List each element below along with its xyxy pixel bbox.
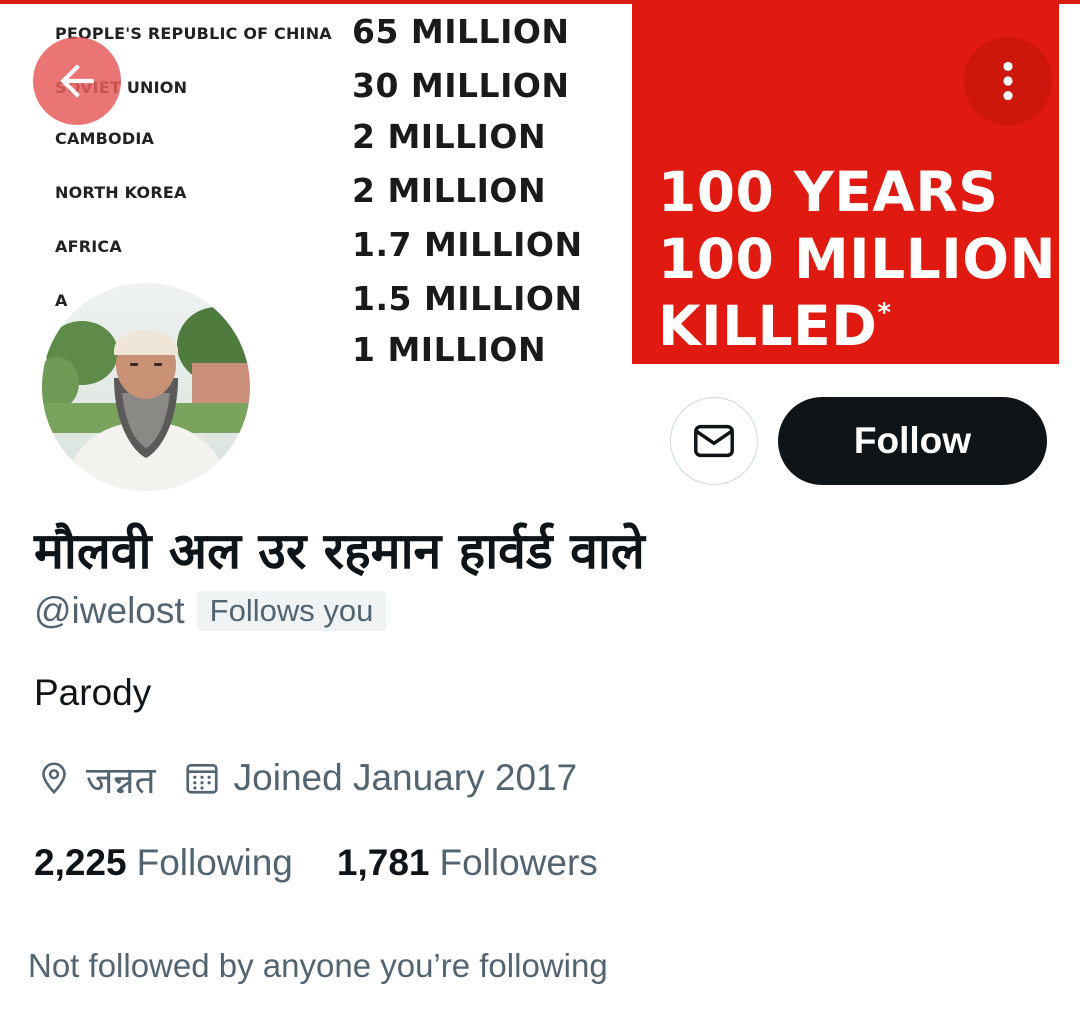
profile-meta-row: जन्नत Joined January 2017 xyxy=(34,754,577,802)
followers-count: 1,781 xyxy=(336,842,430,883)
followers-label: Followers xyxy=(439,842,598,883)
asterisk-mark: * xyxy=(877,298,892,328)
following-label: Following xyxy=(136,842,293,883)
message-button[interactable] xyxy=(670,397,758,485)
tally-count: 65 MILLION xyxy=(352,12,570,51)
display-name: मौलवी अल उर रहमान हार्वर्ड वाले xyxy=(34,522,645,580)
tally-country: NORTH KOREA xyxy=(55,183,187,202)
more-options-button[interactable] xyxy=(964,37,1052,125)
avatar-photo xyxy=(42,283,250,491)
back-button[interactable] xyxy=(33,37,121,125)
following-stat-link[interactable]: 2,225 Following xyxy=(34,842,293,884)
more-vertical-icon xyxy=(1003,61,1013,101)
headline-text: KILLED xyxy=(658,294,878,358)
tally-count: 2 MILLION xyxy=(352,117,547,156)
follow-button[interactable]: Follow xyxy=(778,397,1047,485)
tally-count: 1 MILLION xyxy=(352,330,547,368)
headline-line: KILLED* xyxy=(658,294,892,358)
followed-by-note: Not followed by anyone you’re following xyxy=(28,947,608,984)
headline-line: 100 YEARS xyxy=(658,160,999,224)
tally-country: CAMBODIA xyxy=(55,129,155,148)
headline-line: 100 MILLION xyxy=(658,227,1056,291)
username-handle: @iwelost xyxy=(34,590,185,631)
profile-bio: Parody xyxy=(34,672,152,713)
arrow-left-icon xyxy=(60,64,94,98)
tally-count: 2 MILLION xyxy=(352,171,547,210)
tally-country: AFRICA xyxy=(55,237,122,256)
tally-row: AFRICA 1.7 MILLION xyxy=(0,225,630,265)
tally-country: A xyxy=(55,291,68,310)
tally-count: 1.7 MILLION xyxy=(352,225,583,264)
location-pin-icon xyxy=(34,758,74,798)
profile-location: जन्नत xyxy=(86,758,156,802)
follow-stats-row: 2,225 Following 1,781 Followers xyxy=(34,838,598,888)
tally-row: CAMBODIA 2 MILLION xyxy=(0,117,630,157)
tally-row: NORTH KOREA 2 MILLION xyxy=(0,171,630,211)
tally-count: 30 MILLION xyxy=(352,66,570,105)
profile-avatar[interactable] xyxy=(38,279,254,495)
handle-row: @iwelost Follows you xyxy=(34,588,387,634)
followers-stat-link[interactable]: 1,781 Followers xyxy=(337,842,598,884)
mail-icon xyxy=(694,424,734,458)
follows-you-badge: Follows you xyxy=(196,591,387,631)
tally-country: PEOPLE'S REPUBLIC OF CHINA xyxy=(55,24,332,43)
following-count: 2,225 xyxy=(34,842,127,883)
join-date: Joined January 2017 xyxy=(233,757,578,798)
tally-count: 1.5 MILLION xyxy=(352,279,583,318)
calendar-icon xyxy=(182,758,222,798)
